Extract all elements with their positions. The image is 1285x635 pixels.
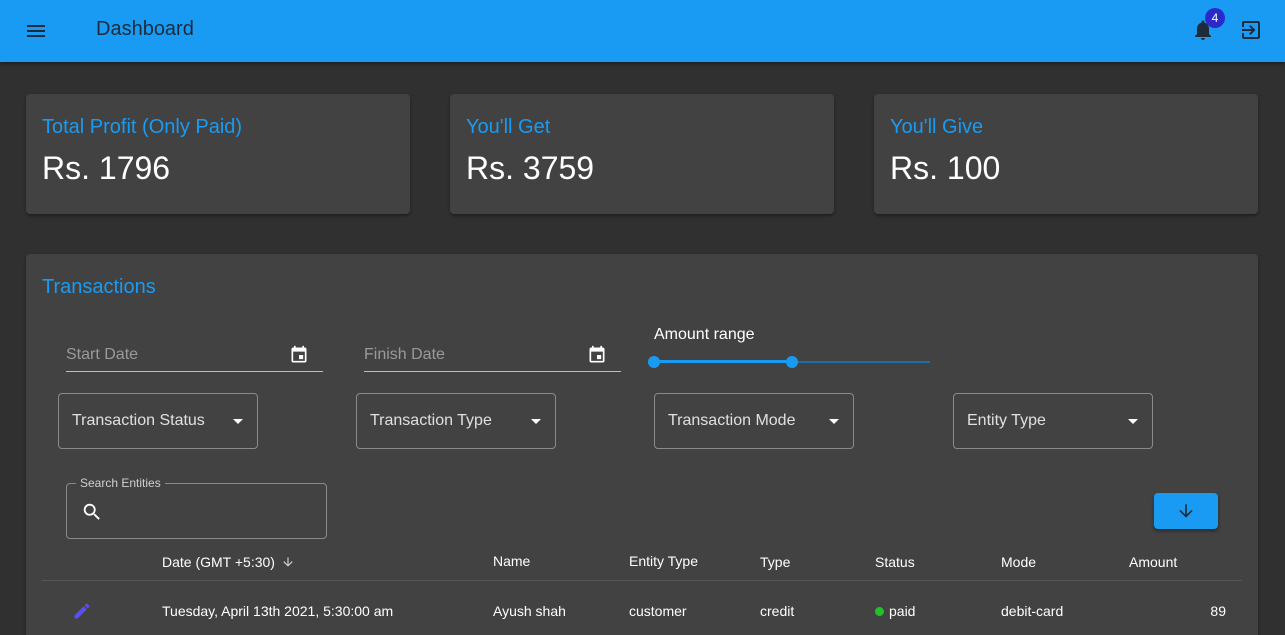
slider-thumb-min[interactable] [648,356,660,368]
card-value: Rs. 3759 [466,150,595,186]
menu-icon[interactable] [24,19,48,43]
finish-date-field[interactable]: Finish Date [364,338,621,372]
notification-badge: 4 [1205,8,1225,28]
cell-entity-type: customer [629,603,687,619]
logout-icon[interactable] [1239,18,1263,42]
search-icon [83,503,100,520]
cell-status: paid [875,603,915,619]
edit-icon[interactable] [72,601,92,621]
cell-amount: 89 [1210,603,1226,619]
column-header-status: Status [875,554,915,570]
card-value: Rs. 1796 [42,150,171,186]
search-label: Search Entities [76,476,165,490]
start-date-field[interactable]: Start Date [66,338,323,372]
transaction-mode-select[interactable]: Transaction Mode [654,393,854,449]
slider-thumb-max[interactable] [786,356,798,368]
status-text: paid [889,603,916,619]
you-get-card: You'll Get Rs. 3759 [450,94,834,214]
finish-date-placeholder: Finish Date [364,346,445,363]
cell-date: Tuesday, April 13th 2021, 5:30:00 am [162,603,394,619]
column-header-type: Type [760,554,791,570]
slider-track [654,360,792,363]
cell-name: Ayush shah [493,603,566,619]
page-title: Dashboard [96,18,194,40]
app-bar: Dashboard 4 [0,0,1285,62]
amount-range-label: Amount range [654,326,755,343]
column-header-mode: Mode [1001,554,1037,570]
you-give-card: You'll Give Rs. 100 [874,94,1258,214]
column-header-entity-type: Entity Type [629,553,699,569]
select-label: Transaction Type [370,412,492,429]
calendar-icon[interactable] [289,345,309,365]
column-header-name: Name [493,553,531,569]
transaction-status-select[interactable]: Transaction Status [58,393,258,449]
sort-arrow-down-icon[interactable] [281,555,295,569]
status-dot-icon [875,607,884,616]
total-profit-card: Total Profit (Only Paid) Rs. 1796 [26,94,410,214]
card-title: Total Profit (Only Paid) [42,116,243,138]
arrow-down-icon [1179,504,1193,518]
start-date-placeholder: Start Date [66,346,139,363]
calendar-icon[interactable] [587,345,607,365]
entity-type-select[interactable]: Entity Type [953,393,1153,449]
column-header-date[interactable]: Date (GMT +5:30) [162,554,295,570]
card-value: Rs. 100 [890,150,1001,186]
cell-type: credit [760,603,795,619]
column-header-amount: Amount [1129,554,1178,570]
select-label: Transaction Mode [668,412,796,429]
dropdown-arrow-icon [531,419,541,424]
transaction-type-select[interactable]: Transaction Type [356,393,556,449]
column-header-label: Date (GMT +5:30) [162,554,275,570]
dropdown-arrow-icon [233,419,243,424]
cell-mode: debit-card [1001,603,1064,619]
transactions-title: Transactions [42,276,156,298]
transactions-panel: Transactions Start Date Finish Date Amou… [26,254,1258,635]
select-label: Transaction Status [72,412,205,429]
card-title: You'll Give [890,116,984,138]
card-title: You'll Get [466,116,551,138]
dropdown-arrow-icon [829,419,839,424]
amount-range-slider[interactable] [648,354,930,370]
dropdown-arrow-icon [1128,419,1138,424]
select-label: Entity Type [967,412,1046,429]
search-entities-input[interactable]: Search Entities [66,476,327,539]
header-divider [42,580,1242,581]
download-button[interactable] [1154,493,1218,529]
